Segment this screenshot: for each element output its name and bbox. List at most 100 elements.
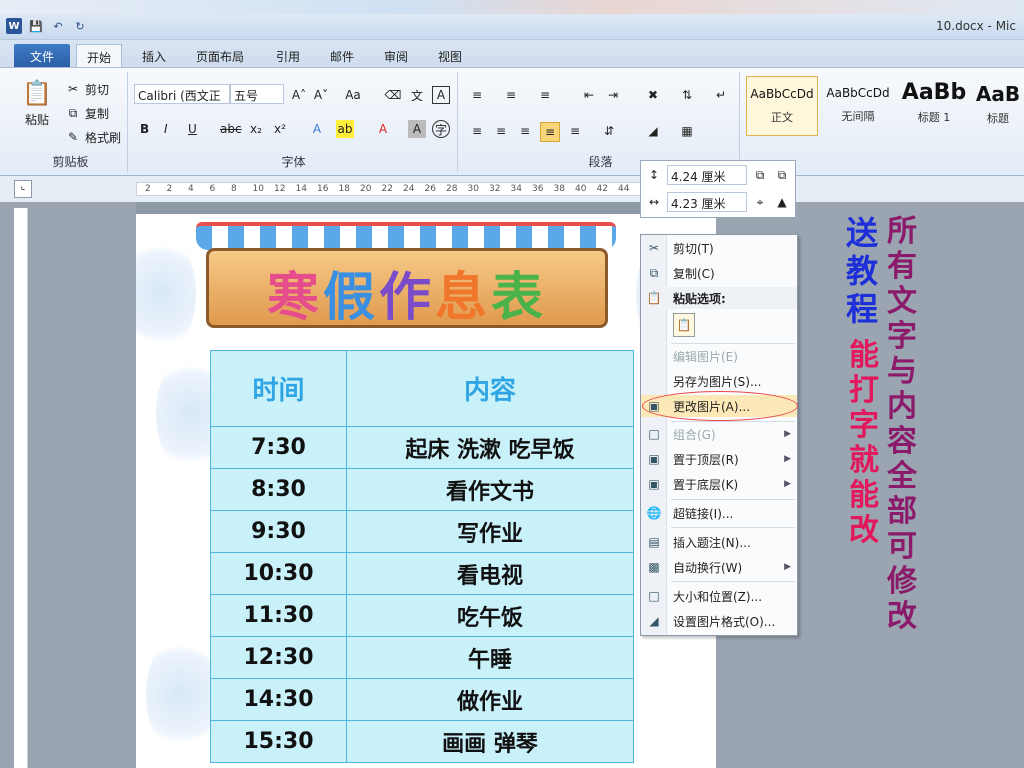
title-char: 假 (322, 268, 379, 328)
distributed-icon: ≡ (569, 124, 581, 138)
table-row[interactable]: 10:30 看电视 (210, 552, 634, 595)
cut-label: 剪切 (85, 82, 110, 97)
grow-font-button[interactable]: A˄ (290, 86, 308, 104)
tab-home[interactable]: 开始 (76, 44, 123, 67)
document-page[interactable]: 寒假作息表 时间 内容 7:30 起床 洗漱 吃早饭 8:30 看作文书 9:30 写… (136, 214, 716, 768)
title-char: 作 (378, 268, 435, 328)
subscript-button[interactable]: x₂ (250, 122, 262, 136)
ruler-tick: 28 (446, 184, 458, 194)
format-painter-button[interactable]: ✎ 格式刷 (64, 128, 121, 146)
align-right-button[interactable]: ≡ (516, 122, 534, 140)
menu-item-bring-to-front[interactable]: ▣ 置于顶层(R) ▶ (641, 448, 797, 470)
ruler-tick: 14 (295, 184, 307, 194)
change-case-button[interactable]: Aa (344, 86, 362, 104)
chinese-layout-button[interactable]: ✖ (644, 86, 662, 104)
strikethrough-button[interactable]: abc (220, 122, 242, 136)
style-name: 标题 (987, 112, 1009, 125)
table-row[interactable]: 12:30 午睡 (210, 636, 634, 679)
menu-item-format-picture[interactable]: ◢ 设置图片格式(O)... (641, 610, 797, 632)
menu-item-group: □ 组合(G) ▶ (641, 423, 797, 445)
style-heading-1[interactable]: AaBb 标题 1 (898, 76, 970, 136)
shape-fill-icon[interactable]: ▲ (773, 193, 791, 211)
sort-button[interactable]: ⇅ (678, 86, 696, 104)
multilevel-list-button[interactable]: ≡ (536, 86, 554, 104)
highlight-button[interactable]: ab (336, 120, 354, 138)
menu-item-text-wrap[interactable]: ▩ 自动换行(W) ▶ (641, 556, 797, 578)
italic-button[interactable]: I (164, 122, 168, 136)
shrink-font-button[interactable]: A˅ (312, 86, 330, 104)
menu-item-save-as-picture[interactable]: 另存为图片(S)... (641, 370, 797, 392)
copy-button[interactable]: ⧉ 复制 (64, 104, 109, 122)
tab-selector[interactable]: ⌞ (14, 180, 32, 198)
distributed-button[interactable]: ≡ (566, 122, 584, 140)
table-row[interactable]: 9:30 写作业 (210, 510, 634, 553)
vertical-ruler[interactable] (14, 208, 28, 768)
line-spacing-button[interactable]: ⇵ (600, 122, 618, 140)
underline-button[interactable]: U (188, 122, 197, 136)
style-title[interactable]: AaB 标题 (972, 76, 1024, 136)
tab-insert[interactable]: 插入 (132, 44, 176, 67)
bullets-button[interactable]: ≡ (468, 86, 486, 104)
menu-item-copy[interactable]: ⧉ 复制(C) (641, 262, 797, 284)
hyperlink-icon: 🌐 (646, 506, 662, 520)
tab-view[interactable]: 视图 (428, 44, 472, 67)
tab-file[interactable]: 文件 (14, 44, 70, 67)
superscript-button[interactable]: x² (274, 122, 286, 136)
borders-button[interactable]: ▦ (678, 122, 696, 140)
menu-item-send-to-back[interactable]: ▣ 置于底层(K) ▶ (641, 473, 797, 495)
tab-mailings[interactable]: 邮件 (320, 44, 364, 67)
align-center-button[interactable]: ≡ (492, 122, 510, 140)
title-banner[interactable]: 寒假作息表 (206, 248, 608, 328)
undo-icon[interactable]: ↶ (50, 18, 66, 34)
cut-button[interactable]: ✂ 剪切 (64, 80, 109, 98)
menu-label: 剪切(T) (673, 241, 714, 256)
schedule-table[interactable]: 时间 内容 7:30 起床 洗漱 吃早饭 8:30 看作文书 9:30 写作业 10:… (210, 350, 634, 763)
justify-button[interactable]: ≡ (540, 122, 560, 142)
show-marks-button[interactable]: ↵ (712, 86, 730, 104)
decrease-indent-button[interactable]: ⇤ (580, 86, 598, 104)
enclose-char-button[interactable]: 字 (432, 120, 450, 138)
width-input[interactable]: 4.23 厘米 (667, 192, 747, 212)
align-right-icon: ≡ (519, 124, 531, 138)
phonetic-button[interactable]: 文 (408, 86, 426, 104)
style-no-spacing[interactable]: AaBbCcDd 无间隔 (822, 76, 894, 136)
bold-button[interactable]: B (140, 122, 149, 136)
font-group-label: 字体 (281, 155, 306, 169)
paste-button[interactable]: 📋 粘贴 (20, 78, 54, 128)
numbering-button[interactable]: ≡ (502, 86, 520, 104)
font-color-button[interactable]: A (374, 120, 392, 138)
char-border-button[interactable]: A (432, 86, 450, 104)
char-shading-button[interactable]: A (408, 120, 426, 138)
send-backward-icon[interactable]: ⧉ (773, 166, 791, 184)
bring-forward-icon[interactable]: ⧉ (751, 166, 769, 184)
menu-item-hyperlink[interactable]: 🌐 超链接(I)... (641, 502, 797, 524)
tab-page-layout[interactable]: 页面布局 (186, 44, 254, 67)
tab-references[interactable]: 引用 (266, 44, 310, 67)
redo-icon[interactable]: ↻ (72, 18, 88, 34)
menu-item-size-position[interactable]: □ 大小和位置(Z)... (641, 585, 797, 607)
table-row[interactable]: 15:30 画画 弹琴 (210, 720, 634, 763)
table-row[interactable]: 14:30 做作业 (210, 678, 634, 721)
table-row[interactable]: 8:30 看作文书 (210, 468, 634, 511)
align-left-icon: ≡ (471, 124, 483, 138)
menu-item-insert-caption[interactable]: ▤ 插入题注(N)... (641, 531, 797, 553)
shading-button[interactable]: ◢ (644, 122, 662, 140)
awning-image[interactable] (196, 222, 616, 250)
save-icon[interactable]: 💾 (28, 18, 44, 34)
font-size-combo[interactable]: 五号 (230, 84, 284, 104)
height-input[interactable]: 4.24 厘米 (667, 165, 747, 185)
tab-review[interactable]: 审阅 (374, 44, 418, 67)
style-normal[interactable]: AaBbCcDd 正文 (746, 76, 818, 136)
menu-item-paste-option[interactable]: 📋 (641, 311, 797, 339)
crop-icon[interactable]: ⌖ (751, 193, 769, 211)
table-row[interactable]: 11:30 吃午饭 (210, 594, 634, 637)
font-name-combo[interactable]: Calibri (西文正 (134, 84, 230, 104)
horizontal-ruler[interactable]: 2 2 4 6 8 10 12 14 16 18 20 22 24 26 28 30 32 34 36 38 40 42 4… (136, 182, 656, 196)
table-row[interactable]: 7:30 起床 洗漱 吃早饭 (210, 426, 634, 469)
clear-format-button[interactable]: ⌫ (384, 86, 402, 104)
promo-tutorial-text: 送教程 (845, 214, 878, 328)
increase-indent-button[interactable]: ⇥ (604, 86, 622, 104)
menu-item-cut[interactable]: ✂ 剪切(T) (641, 237, 797, 259)
align-left-button[interactable]: ≡ (468, 122, 486, 140)
text-effects-button[interactable]: A (308, 120, 326, 138)
